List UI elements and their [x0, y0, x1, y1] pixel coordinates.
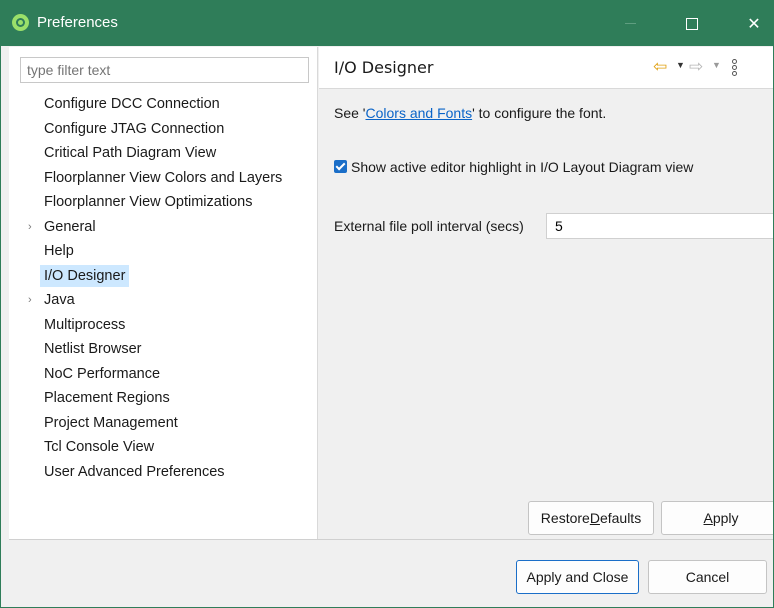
tree-item[interactable]: Multiprocess: [44, 314, 125, 336]
preferences-tree-panel: Configure DCC Connection Configure JTAG C…: [9, 47, 318, 539]
apply-mnemonic: A: [703, 510, 713, 526]
cancel-button[interactable]: Cancel: [648, 560, 767, 594]
tree-item[interactable]: Netlist Browser: [44, 338, 142, 360]
tree-item[interactable]: › Java: [28, 289, 75, 311]
tree-item-label: Tcl Console View: [44, 439, 155, 455]
apply-and-close-button[interactable]: Apply and Close: [516, 560, 639, 594]
tree-item-label: Java: [44, 292, 75, 308]
tree-item-label: User Advanced Preferences: [44, 463, 225, 480]
tree-item-label: I/O Designer: [44, 267, 126, 284]
maximize-icon: [686, 17, 698, 30]
window-title: Preferences: [37, 14, 118, 31]
tree-item-label: Help: [44, 243, 74, 259]
highlight-checkbox-label[interactable]: Show active editor highlight in I/O Layo…: [351, 159, 693, 175]
forward-arrow-icon[interactable]: ⇨: [689, 58, 703, 76]
back-dropdown-icon[interactable]: ▼: [676, 60, 685, 70]
tree-item[interactable]: Critical Path Diagram View: [44, 142, 216, 164]
minimize-button[interactable]: [607, 1, 653, 46]
tree-item[interactable]: Floorplanner View Optimizations: [44, 191, 252, 213]
font-hint-suffix: ' to configure the font.: [472, 105, 607, 121]
minimize-icon: [624, 23, 636, 24]
tree-item-label: Multiprocess: [44, 316, 126, 333]
tree-item-label: Project Management: [44, 414, 178, 431]
tree-item[interactable]: Tcl Console View: [44, 436, 154, 458]
title-bar[interactable]: Preferences ✕: [1, 1, 773, 46]
tree-item[interactable]: User Advanced Preferences: [44, 461, 225, 483]
restore-label-pre: Restore: [540, 510, 590, 526]
page-title: I/O Designer: [334, 58, 434, 77]
filter-input[interactable]: [20, 57, 309, 83]
view-menu-icon[interactable]: [732, 59, 740, 79]
restore-defaults-button[interactable]: Restore Defaults: [528, 501, 654, 535]
tree-item[interactable]: I/O Designer: [40, 264, 130, 287]
close-button[interactable]: ✕: [731, 1, 773, 46]
tree-item-label: Configure DCC Connection: [44, 96, 220, 112]
tree-item-label: General: [44, 218, 96, 235]
font-hint-prefix: See ': [334, 105, 366, 121]
highlight-checkbox[interactable]: [334, 160, 347, 173]
restore-mnemonic: D: [589, 510, 600, 526]
tree-item[interactable]: Configure JTAG Connection: [44, 118, 224, 140]
tree-item-label: Netlist Browser: [44, 341, 142, 357]
tree-item[interactable]: Help: [44, 240, 74, 262]
tree-item-label: Placement Regions: [44, 390, 170, 406]
forward-dropdown-icon[interactable]: ▼: [712, 60, 721, 70]
tree-item-label: NoC Performance: [44, 365, 161, 382]
tree-item[interactable]: Project Management: [44, 412, 178, 434]
preferences-window: Preferences ✕ Configure DCC ConnectionCo…: [0, 0, 774, 608]
expand-chevron-icon[interactable]: ›: [28, 289, 32, 311]
apply-button[interactable]: Apply: [661, 501, 773, 535]
font-hint: See 'Colors and Fonts' to configure the …: [334, 105, 606, 121]
preference-page-panel: I/O Designer ⇦ ▼ ⇨ ▼ See 'Colors and Fon…: [319, 47, 773, 539]
tree-item[interactable]: Floorplanner View Colors and Layers: [44, 167, 282, 189]
page-header: I/O Designer ⇦ ▼ ⇨ ▼: [319, 47, 773, 89]
tree-item[interactable]: NoC Performance: [44, 363, 160, 385]
tree-item-label: Floorplanner View Optimizations: [44, 194, 253, 210]
tree-item-label: Floorplanner View Colors and Layers: [44, 169, 283, 186]
page-content: See 'Colors and Fonts' to configure the …: [319, 90, 773, 539]
tree-item-label: Configure JTAG Connection: [44, 120, 225, 137]
close-icon: ✕: [747, 15, 761, 33]
poll-interval-label: External file poll interval (secs): [334, 218, 524, 234]
restore-label-post: efaults: [599, 510, 642, 526]
back-arrow-icon[interactable]: ⇦: [653, 58, 667, 76]
poll-interval-input[interactable]: [546, 213, 773, 239]
tree-item[interactable]: Placement Regions: [44, 387, 170, 409]
app-logo-icon: [12, 14, 29, 31]
expand-chevron-icon[interactable]: ›: [28, 216, 32, 238]
maximize-button[interactable]: [669, 1, 715, 46]
highlight-option[interactable]: Show active editor highlight in I/O Layo…: [334, 159, 693, 175]
colors-and-fonts-link[interactable]: Colors and Fonts: [365, 105, 472, 121]
tree-item-label: Critical Path Diagram View: [44, 145, 217, 161]
tree-item[interactable]: › General: [28, 216, 96, 238]
apply-label-post: pply: [712, 510, 739, 526]
dialog-footer: Apply and Close Cancel: [1, 540, 773, 607]
tree-item[interactable]: Configure DCC Connection: [44, 93, 220, 115]
